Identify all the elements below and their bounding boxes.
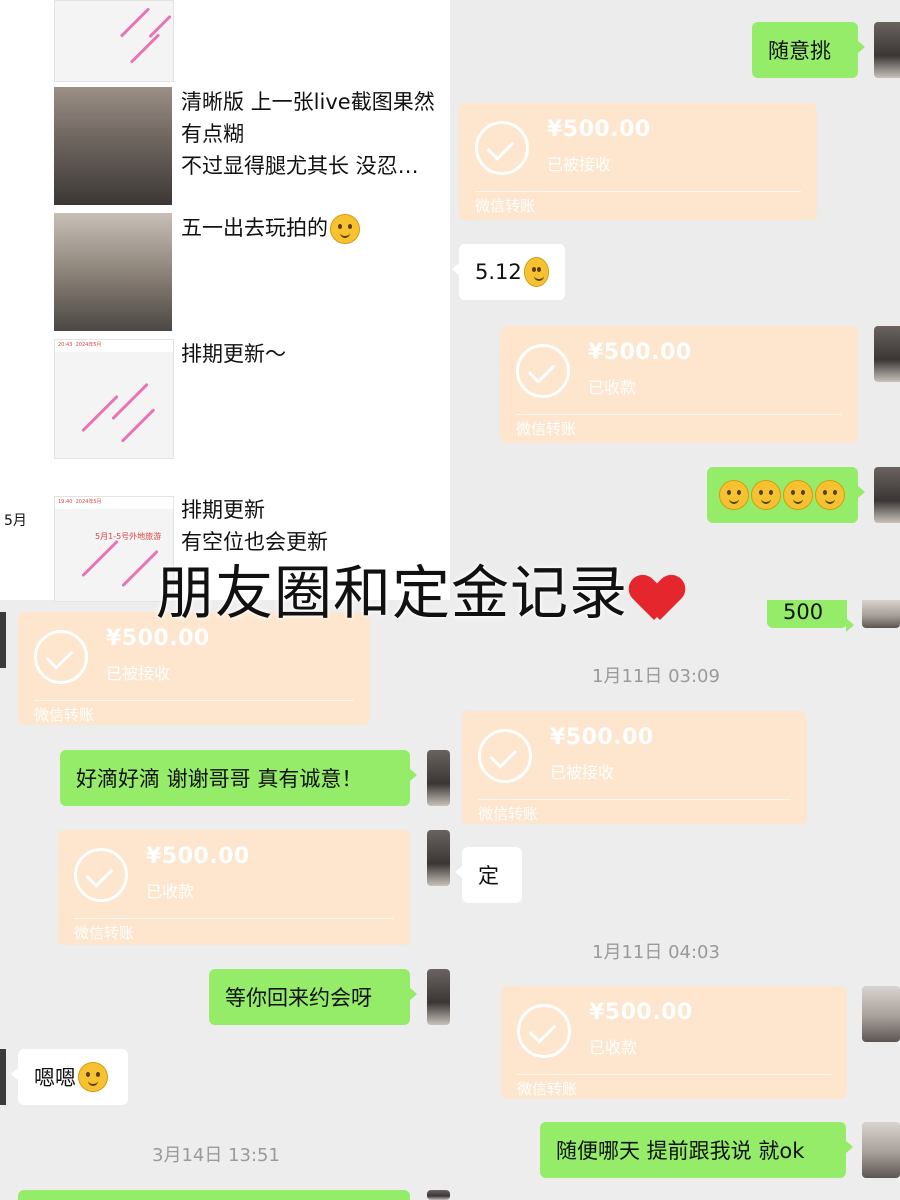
transfer-card[interactable]: ¥500.00 已被接收 微信转账 [459,103,817,220]
check-circle-icon [516,344,570,398]
angry-emoji-icon [815,480,845,510]
avatar[interactable] [874,22,900,78]
avatar-edge [0,612,6,668]
message-bubble[interactable]: 500 [767,600,854,632]
divider [516,414,842,415]
check-circle-icon [478,729,532,783]
message-text: 500 [783,600,824,624]
transfer-card[interactable]: ¥500.00 已被接收 微信转账 [462,711,807,824]
check-circle-icon [74,848,128,902]
transfer-status: 已被接收 [550,763,615,782]
avatar[interactable] [874,326,900,382]
message-bubble[interactable]: 随便哪天 提前跟我说 就ok [540,1122,853,1178]
divider [517,1074,831,1075]
smirk-emoji-icon [783,480,813,510]
heart-icon [632,572,682,622]
moments-month-label: 5月 [4,513,27,529]
check-circle-icon [34,630,88,684]
message-bubble[interactable]: 5.12 [452,244,565,300]
transfer-card[interactable]: ¥500.00 已收款 微信转账 [501,986,847,1099]
message-bubble-partial[interactable] [18,1190,410,1200]
post-photo[interactable] [54,87,172,205]
avatar[interactable] [874,467,900,523]
transfer-status: 已收款 [146,882,195,901]
divider [34,700,354,701]
calendar-time: 20:43 [58,342,73,348]
smirk-emoji-icon [78,1062,108,1092]
transfer-footer: 微信转账 [475,197,536,215]
post-text-line: 排期更新～ [181,342,286,366]
message-bubble[interactable]: 等你回来约会呀 [209,969,417,1025]
post-text-line: 排期更新 [181,498,265,522]
check-circle-icon [517,1004,571,1058]
avatar[interactable] [427,750,450,806]
transfer-amount: ¥500.00 [550,725,654,750]
check-circle-icon [475,121,529,175]
avatar[interactable] [862,600,900,628]
message-bubble[interactable]: 随意挑 [752,22,865,78]
emoji-message-bubble[interactable] [707,467,865,523]
overlay-title-text: 朋友圈和定金记录 [156,559,629,627]
message-text: 5.12 [475,260,522,284]
message-text: 随便哪天 提前跟我说 就ok [556,1139,805,1163]
moments-panel: 清晰版 上一张live截图果然有点糊 不过显得腿尤其长 没忍… 五一出去玩拍的 … [0,0,450,602]
avatar-edge [0,1049,6,1105]
transfer-status: 已被接收 [106,664,171,683]
message-text: 好滴好滴 谢谢哥哥 真有诚意！ [76,767,363,791]
post-text-line: 不过显得腿尤其长 没忍… [181,154,419,178]
transfer-footer: 微信转账 [34,706,95,724]
transfer-footer: 微信转账 [516,420,577,438]
transfer-amount: ¥500.00 [589,1000,693,1025]
message-bubble[interactable]: 好滴好滴 谢谢哥哥 真有诚意！ [60,750,417,806]
transfer-status: 已收款 [588,378,637,397]
post-text-line: 清晰版 上一张live截图果然有点糊 [181,90,435,146]
hot-face-emoji-icon [330,214,360,244]
post-text-line: 五一出去玩拍的 [181,216,328,240]
avatar[interactable] [862,1122,900,1178]
calendar-header: 19:40 2024年5月 [55,497,173,509]
transfer-amount: ¥500.00 [547,117,651,142]
avatar[interactable] [862,986,900,1042]
transfer-status: 已收款 [589,1038,638,1057]
post-text: 清晰版 上一张live截图果然有点糊 不过显得腿尤其长 没忍… [181,86,436,182]
transfer-footer: 微信转账 [74,924,135,942]
transfer-card[interactable]: ¥500.00 已收款 微信转账 [58,830,410,945]
transfer-status: 已被接收 [547,155,612,174]
calendar-thumbnail[interactable] [54,0,174,82]
message-bubble[interactable]: 嗯嗯 [11,1049,128,1105]
message-text: 随意挑 [768,39,831,63]
post-photo[interactable] [54,213,172,331]
message-bubble[interactable]: 定 [455,847,522,903]
transfer-footer: 微信转账 [517,1080,578,1098]
calendar-title: 2024年5月 [75,499,102,505]
kiss-emoji-icon [719,480,749,510]
post-text: 排期更新～ [181,338,436,370]
chat-timestamp: 1月11日 03:09 [592,666,720,687]
overlay-title: 朋友圈和定金记录 [156,546,682,630]
avatar[interactable] [427,830,450,886]
smirk-emoji-icon [523,257,549,287]
message-text: 等你回来约会呀 [225,986,372,1010]
transfer-amount: ¥500.00 [146,844,250,869]
calendar-header: 20:43 2024年5月 [55,340,173,352]
calendar-note: 5月1-5号外地旅游 [95,532,162,541]
transfer-card[interactable]: ¥500.00 已收款 微信转账 [500,326,858,443]
smirk-emoji-icon [751,480,781,510]
chat-timestamp: 1月11日 04:03 [592,942,720,963]
message-text: 嗯嗯 [34,1066,76,1090]
message-text: 定 [478,864,499,888]
calendar-thumbnail[interactable]: 20:43 2024年5月 [54,339,174,459]
avatar[interactable] [427,1190,450,1200]
calendar-title: 2024年5月 [75,342,102,348]
transfer-footer: 微信转账 [478,805,539,823]
avatar[interactable] [427,969,450,1025]
transfer-amount: ¥500.00 [588,340,692,365]
divider [478,799,791,800]
divider [74,918,394,919]
divider [475,191,801,192]
post-text: 五一出去玩拍的 [181,212,436,244]
chat-timestamp: 3月14日 13:51 [152,1145,280,1166]
calendar-time: 19:40 [58,499,73,505]
